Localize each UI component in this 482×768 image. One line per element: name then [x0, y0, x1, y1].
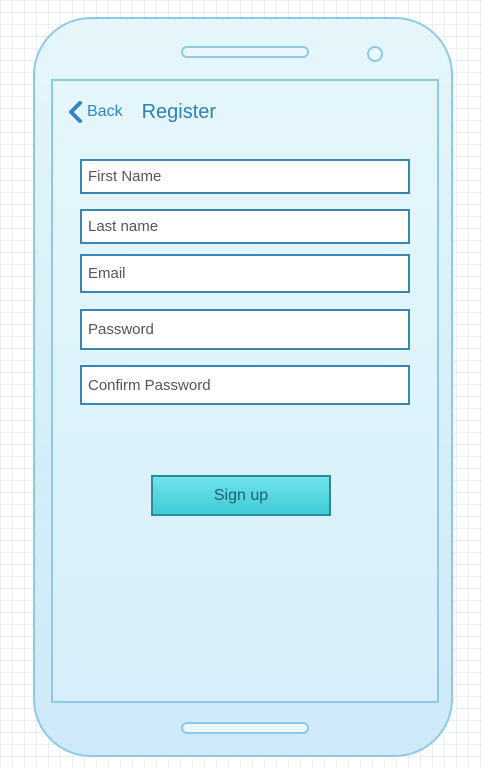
first-name-input[interactable] [80, 159, 410, 194]
confirm-password-input[interactable] [80, 365, 410, 405]
chevron-left-icon [68, 101, 82, 123]
navigation-bar: Back Register [68, 98, 216, 126]
last-name-input[interactable] [80, 209, 410, 244]
phone-screen: Back Register Sign up [51, 79, 439, 703]
signup-button[interactable]: Sign up [151, 475, 331, 516]
back-label: Back [87, 103, 123, 120]
back-button[interactable]: Back [68, 101, 123, 123]
home-button[interactable] [181, 722, 309, 734]
email-input[interactable] [80, 254, 410, 293]
phone-speaker [181, 46, 309, 58]
phone-frame: Back Register Sign up [33, 17, 453, 757]
page-title: Register [141, 100, 217, 123]
phone-camera [367, 46, 383, 62]
password-input[interactable] [80, 309, 410, 350]
